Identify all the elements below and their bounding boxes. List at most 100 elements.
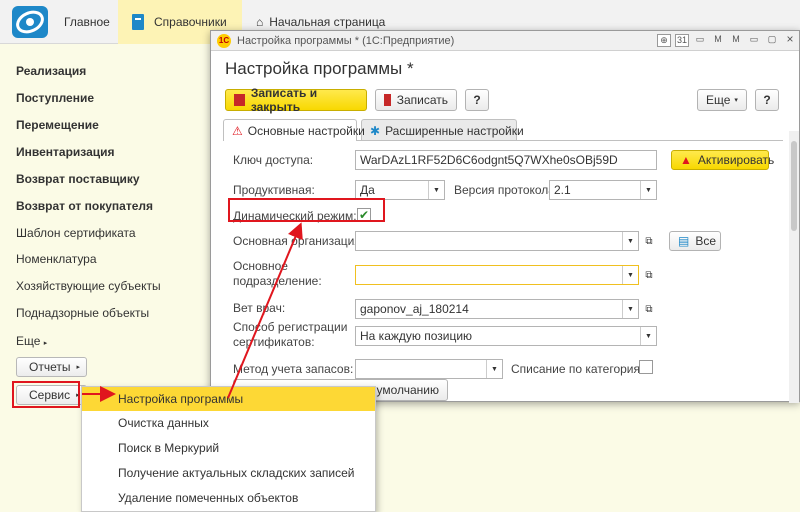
reports-button[interactable]: Отчеты ▸ [16, 357, 87, 377]
sidebar-item-return-customer[interactable]: Возврат от покупателя [16, 199, 153, 213]
window-title: Настройка программы * (1С:Предприятие) [237, 34, 455, 47]
gear-icon: ✱ [370, 123, 381, 138]
sidebar-item-objects[interactable]: Поднадзорные объекты [16, 306, 149, 320]
stock-select[interactable]: ▼ [355, 359, 503, 379]
form-title: Настройка программы * [225, 59, 414, 78]
sidebar-item-transfer[interactable]: Перемещение [16, 118, 99, 132]
proto-select[interactable]: 2.1 ▼ [549, 180, 657, 200]
org-select[interactable]: ▼ [355, 231, 639, 251]
highlight-service [12, 381, 80, 408]
service-menu: Настройка программы Очистка данных Поиск… [81, 386, 376, 512]
sidebar-item-nomenclature[interactable]: Номенклатура [16, 252, 97, 266]
main-settings-panel: Ключ доступа: WarDAzL1RF52D6C6odgnt5Q7WX… [223, 140, 783, 402]
reg-select[interactable]: На каждую позицию ▼ [355, 326, 657, 346]
vet-select[interactable]: gaponov_aj_180214 ▼ [355, 299, 639, 319]
floppy-icon [384, 94, 391, 106]
reg-label: Способ регистрации сертификатов: [233, 320, 348, 349]
app-logo-icon[interactable] [10, 4, 50, 40]
chevron-down-icon[interactable]: ▼ [486, 360, 502, 378]
write-off-checkbox[interactable] [639, 360, 653, 374]
write-off-label: Списание по категориям: [511, 362, 652, 376]
nav-home-label: Главное [64, 15, 110, 29]
nav-references-label: Справочники [154, 15, 227, 29]
scrollbar-thumb[interactable] [791, 141, 797, 231]
chevron-down-icon[interactable]: ▼ [622, 266, 638, 284]
reg-value: На каждую позицию [360, 329, 473, 343]
memory-plus-icon[interactable]: M [729, 34, 743, 47]
vet-value: gaponov_aj_180214 [360, 302, 469, 316]
prod-label: Продуктивная: [233, 183, 315, 197]
menu-item-settings[interactable]: Настройка программы [82, 387, 375, 411]
chevron-down-icon[interactable]: ▼ [622, 300, 638, 318]
scrollbar[interactable] [789, 131, 799, 403]
save-close-button[interactable]: Записать и закрыть [225, 86, 367, 114]
chevron-down-icon: ▾ [734, 97, 738, 104]
nav-start-page-label: Начальная страница [269, 15, 386, 29]
open-icon[interactable]: ⧉ [641, 299, 657, 319]
key-input[interactable]: WarDAzL1RF52D6C6odgnt5Q7WXhe0sOBj59D [355, 150, 657, 170]
chevron-down-icon[interactable]: ▼ [640, 181, 656, 199]
minimize-icon[interactable]: ▭ [747, 34, 761, 47]
reports-label: Отчеты [29, 360, 71, 374]
sidebar-item-receipt[interactable]: Поступление [16, 91, 94, 105]
prod-select[interactable]: Да ▼ [355, 180, 445, 200]
sidebar-more-label: Еще [16, 334, 41, 348]
maximize-icon[interactable]: ▢ [765, 34, 779, 47]
list-icon: ▤ [678, 234, 690, 248]
sidebar-item-return-supplier[interactable]: Возврат поставщику [16, 172, 140, 186]
dept-select[interactable]: ▼ [355, 265, 639, 285]
more-label: Еще [706, 93, 731, 107]
chevron-right-icon: ▸ [43, 340, 48, 347]
book-icon [132, 14, 144, 30]
sidebar-item-realization[interactable]: Реализация [16, 64, 86, 78]
open-icon[interactable]: ⧉ [641, 265, 657, 285]
help-button[interactable]: ? [465, 89, 489, 111]
dept-label: Основное подразделение: [233, 259, 322, 288]
memory-icon[interactable]: M [711, 34, 725, 47]
warning-icon: ⚠ [232, 123, 243, 138]
activate-button[interactable]: ▲ Активировать [671, 150, 774, 170]
help-button-2[interactable]: ? [755, 89, 779, 111]
all-button[interactable]: ▤ Все [669, 231, 721, 251]
1c-logo-icon: 1С [217, 33, 231, 48]
menu-item-delete-marked[interactable]: Удаление помеченных объектов [82, 486, 375, 510]
sidebar-item-inventory[interactable]: Инвентаризация [16, 145, 115, 159]
chevron-down-icon[interactable]: ▼ [622, 232, 638, 250]
save-button[interactable]: Записать [375, 89, 457, 111]
tab-extended-label: Расширенные настройки [385, 123, 524, 138]
menu-item-mercury-search[interactable]: Поиск в Меркурий [82, 436, 375, 460]
all-label: Все [695, 234, 717, 248]
tab-main[interactable]: ⚠ Основные настройки [223, 119, 365, 141]
proto-label: Версия протокола: [454, 183, 559, 197]
nav-home[interactable]: Главное [64, 0, 110, 44]
link-icon[interactable]: ⊕ [657, 34, 671, 47]
chevron-down-icon[interactable]: ▼ [428, 181, 444, 199]
tab-main-label: Основные настройки [247, 123, 365, 138]
floppy-icon [234, 94, 245, 106]
save-close-label: Записать и закрыть [250, 86, 318, 114]
highlight-dynamic-mode [228, 198, 385, 222]
default-label: умолчанию [376, 383, 439, 397]
activate-label: Активировать [697, 153, 775, 167]
more-button[interactable]: Еще ▾ [697, 89, 747, 111]
alarm-icon: ▲ [680, 153, 692, 167]
org-label: Основная организация: [233, 234, 365, 248]
close-icon[interactable]: × [783, 33, 797, 47]
menu-item-clear-data[interactable]: Очистка данных [82, 411, 375, 435]
window-title-bar: 1С Настройка программы * (1С:Предприятие… [211, 31, 799, 51]
stock-label: Метод учета запасов: [233, 362, 354, 376]
vet-label: Вет врач: [233, 301, 286, 315]
home-icon: ⌂ [256, 15, 264, 29]
chevron-down-icon[interactable]: ▼ [640, 327, 656, 345]
save-label: Записать [396, 93, 448, 107]
open-icon[interactable]: ⧉ [641, 231, 657, 251]
sidebar-item-cert-template[interactable]: Шаблон сертификата [16, 226, 136, 240]
key-label: Ключ доступа: [233, 153, 314, 167]
calendar-icon[interactable]: 31 [675, 34, 689, 47]
sidebar-item-more[interactable]: Еще ▸ [16, 334, 47, 348]
tab-extended[interactable]: ✱ Расширенные настройки [361, 119, 524, 141]
calc-icon[interactable]: ▭ [693, 34, 707, 47]
chevron-right-icon: ▸ [76, 364, 80, 371]
sidebar-item-entities[interactable]: Хозяйствующие субъекты [16, 279, 161, 293]
menu-item-stock-records[interactable]: Получение актуальных складских записей [82, 461, 375, 485]
